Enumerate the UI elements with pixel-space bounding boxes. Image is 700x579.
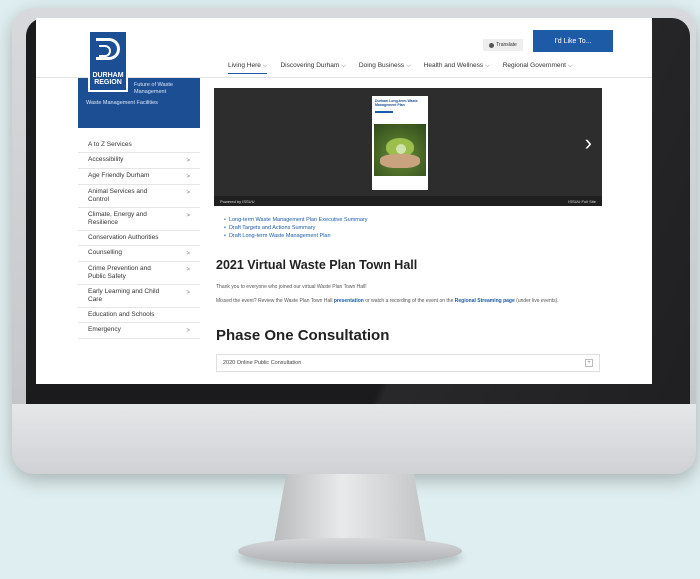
accordion-label: 2020 Online Public Consultation <box>223 360 302 366</box>
globe-icon <box>489 42 495 48</box>
accordion-online-consultation[interactable]: 2020 Online Public Consultation + <box>216 354 600 372</box>
main-content: Durham Long-term Waste Management Plan ›… <box>214 88 602 384</box>
plus-icon[interactable]: + <box>585 359 593 367</box>
nav-health-wellness[interactable]: Health and Wellness ⌵ <box>424 62 490 70</box>
sidebar-item[interactable]: Counselling > <box>78 246 200 262</box>
nav-discovering-durham[interactable]: Discovering Durham ⌵ <box>280 62 345 70</box>
phase-one-heading: Phase One Consultation <box>216 327 390 344</box>
sidebar-sub-item-facilities[interactable]: Waste Management Facilities <box>86 100 192 107</box>
monitor-chin <box>12 404 696 474</box>
cover-accent-bar <box>375 111 393 113</box>
sidebar: Future of Waste Management Waste Managem… <box>78 78 200 384</box>
chevron-down-icon: ⌵ <box>567 63 573 69</box>
regional-streaming-link[interactable]: Regional Streaming page <box>455 298 515 304</box>
sidebar-item[interactable]: Climate, Energy and Resilience > <box>78 208 200 231</box>
link-targets-summary[interactable]: Draft Targets and Actions Summary <box>224 224 368 232</box>
full-site-link[interactable]: ISSUU Full Site <box>568 199 596 204</box>
nav-regional-government[interactable]: Regional Government ⌵ <box>503 62 573 70</box>
chevron-right-icon: > <box>186 190 190 196</box>
town-hall-thanks: Thank you to everyone who joined our vir… <box>216 284 367 290</box>
main-nav: Living Here ⌵ Discovering Durham ⌵ Doing B… <box>228 62 573 74</box>
sidebar-item[interactable]: Conservation Authorities <box>78 231 200 246</box>
sidebar-item[interactable]: Crime Prevention and Public Safety > <box>78 262 200 285</box>
presentation-link[interactable]: presentation <box>334 298 364 304</box>
powered-by: Powered by ISSUU <box>220 199 255 204</box>
monitor-stand-base <box>238 538 462 564</box>
document-cover-title: Durham Long-term Waste Management Plan <box>375 99 418 107</box>
chevron-right-icon: > <box>186 267 190 273</box>
chevron-right-icon: > <box>186 290 190 296</box>
sidebar-item[interactable]: Education and Schools <box>78 308 200 323</box>
sidebar-item[interactable]: Age Friendly Durham > <box>78 169 200 185</box>
link-executive-summary[interactable]: Long-term Waste Management Plan Executiv… <box>224 216 368 224</box>
chevron-right-icon: > <box>186 328 190 334</box>
sidebar-item[interactable]: Accessibility > <box>78 153 200 169</box>
screen: Translate I'd Like To... Living Here ⌵ Di… <box>36 18 652 384</box>
sidebar-item[interactable]: A to Z Services <box>78 138 200 153</box>
nav-living-here[interactable]: Living Here ⌵ <box>228 62 268 74</box>
next-page-arrow[interactable]: › <box>585 132 592 154</box>
sidebar-item[interactable]: Animal Services and Control > <box>78 185 200 208</box>
site-header: Translate I'd Like To... Living Here ⌵ Di… <box>36 18 652 78</box>
logo-mark-icon <box>96 38 120 60</box>
chevron-down-icon: ⌵ <box>341 63 346 69</box>
sidebar-list: A to Z Services Accessibility > Age Frien… <box>78 138 200 339</box>
sidebar-item[interactable]: Emergency > <box>78 323 200 339</box>
town-hall-missed: Missed the event? Review the Waste Plan … <box>216 298 559 304</box>
document-links: Long-term Waste Management Plan Executiv… <box>224 216 368 240</box>
viewer-footer: Powered by ISSUU ISSUU Full Site <box>214 196 602 206</box>
chevron-right-icon: > <box>186 174 190 180</box>
town-hall-heading: 2021 Virtual Waste Plan Town Hall <box>216 258 418 272</box>
screen-bottom-fade <box>36 374 652 384</box>
document-cover[interactable]: Durham Long-term Waste Management Plan <box>372 96 428 190</box>
document-viewer[interactable]: Durham Long-term Waste Management Plan ›… <box>214 88 602 206</box>
chevron-right-icon: > <box>186 213 190 219</box>
translate-label: Translate <box>496 42 517 48</box>
chevron-right-icon: > <box>186 251 190 257</box>
play-icon[interactable] <box>396 144 406 154</box>
logo-text: DURHAM REGION <box>92 72 124 86</box>
link-draft-plan[interactable]: Draft Long-term Waste Management Plan <box>224 232 368 240</box>
id-like-to-button[interactable]: I'd Like To... <box>533 30 613 52</box>
durham-region-logo[interactable]: DURHAM REGION <box>88 30 128 92</box>
chevron-right-icon: > <box>186 158 190 164</box>
sidebar-item[interactable]: Early Learning and Child Care > <box>78 285 200 308</box>
translate-button[interactable]: Translate <box>483 39 523 51</box>
chevron-down-icon: ⌵ <box>262 63 268 69</box>
nav-doing-business[interactable]: Doing Business ⌵ <box>359 62 411 70</box>
monitor-stand-neck <box>274 474 426 542</box>
chevron-down-icon: ⌵ <box>485 63 490 69</box>
chevron-down-icon: ⌵ <box>406 63 411 69</box>
